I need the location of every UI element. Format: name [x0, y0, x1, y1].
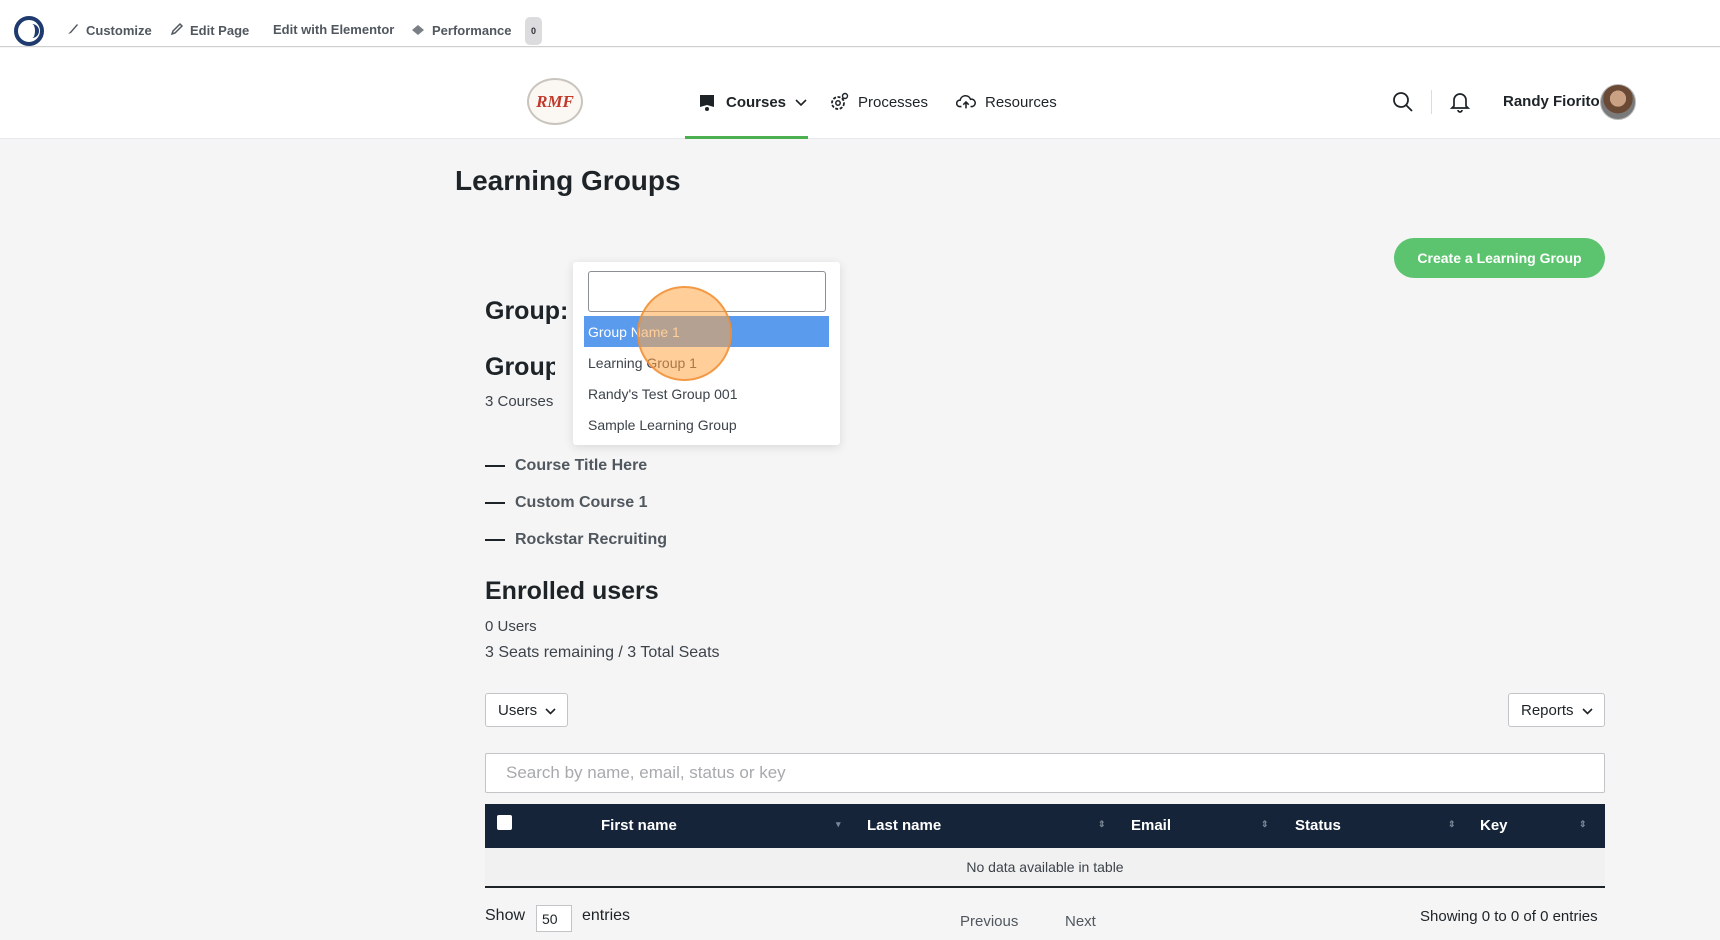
header-divider	[1431, 90, 1432, 114]
dash-icon	[485, 464, 505, 467]
user-name[interactable]: Randy Fiorito	[1503, 93, 1600, 110]
users-search-input[interactable]	[485, 753, 1605, 793]
showing-entries-info: Showing 0 to 0 of 0 entries	[1420, 908, 1598, 925]
adminbar-performance[interactable]: Performance	[410, 22, 511, 39]
performance-badge: 0	[525, 17, 542, 45]
cloud-icon	[956, 92, 976, 112]
next-page-button[interactable]: Next	[1065, 913, 1096, 930]
group-label: Group:	[485, 297, 569, 325]
users-table: First name ▾ Last name ⇕ Email ⇕ Status …	[485, 804, 1605, 888]
page-title: Learning Groups	[455, 165, 681, 196]
nav-active-indicator	[685, 136, 808, 139]
wordpress-logo-icon[interactable]	[14, 16, 44, 46]
create-learning-group-button[interactable]: Create a Learning Group	[1394, 238, 1605, 278]
previous-page-button[interactable]: Previous	[960, 913, 1018, 930]
table-header: First name ▾ Last name ⇕ Email ⇕ Status …	[485, 804, 1605, 848]
search-icon[interactable]	[1392, 91, 1414, 118]
adminbar-item-label: Edit with Elementor	[273, 22, 395, 37]
adminbar-item-label: Performance	[432, 23, 512, 38]
group-select-dropdown: Group Name 1 Learning Group 1 Randy's Te…	[573, 262, 840, 445]
brush-icon	[66, 22, 80, 39]
nav-label: Processes	[858, 93, 929, 111]
nav-label: Courses	[726, 93, 787, 111]
gear-icon	[829, 92, 849, 112]
dash-icon	[485, 538, 505, 541]
column-status[interactable]: Status	[1295, 817, 1341, 834]
group-search-input[interactable]	[588, 271, 826, 312]
adminbar-customize[interactable]: Customize	[66, 22, 152, 39]
chevron-down-icon	[545, 702, 556, 719]
column-first-name[interactable]: First name	[601, 817, 677, 834]
adminbar-edit-page[interactable]: Edit Page	[170, 22, 249, 39]
course-list: Course Title Here Custom Course 1 Rockst…	[485, 447, 667, 558]
group-option[interactable]: Learning Group 1	[584, 347, 829, 378]
seats-summary: 3 Seats remaining / 3 Total Seats	[485, 644, 720, 661]
course-title: Rockstar Recruiting	[515, 530, 668, 548]
course-item[interactable]: Custom Course 1	[485, 484, 667, 521]
reports-dropdown-button[interactable]: Reports	[1508, 693, 1605, 727]
reports-dropdown-label: Reports	[1521, 701, 1574, 719]
nav-label: Resources	[985, 93, 1057, 111]
sort-icon[interactable]: ⇕	[1098, 819, 1106, 830]
nav-resources[interactable]: Resources	[956, 92, 1057, 112]
bell-icon[interactable]	[1449, 91, 1471, 118]
dash-icon	[485, 501, 505, 504]
sort-icon[interactable]: ⇕	[1579, 819, 1587, 830]
adminbar-item-label: Customize	[86, 23, 152, 38]
admin-bar: Customize Edit Page Edit with Elementor …	[0, 0, 1720, 47]
course-title: Custom Course 1	[515, 493, 648, 511]
group-courses-heading: Group Courses	[485, 353, 555, 381]
select-all-checkbox[interactable]	[497, 815, 512, 830]
users-count: 0 Users	[485, 618, 537, 635]
avatar[interactable]	[1600, 84, 1636, 120]
chevron-down-icon	[1581, 702, 1593, 719]
sort-icon[interactable]: ▾	[836, 819, 841, 830]
site-header: RMF Courses Processes Resources Randy Fi…	[0, 48, 1720, 139]
course-item[interactable]: Course Title Here	[485, 447, 667, 484]
adminbar-item-label: Edit Page	[190, 23, 250, 38]
entries-per-page-input[interactable]	[536, 905, 572, 932]
group-option[interactable]: Group Name 1	[584, 316, 829, 347]
sort-icon[interactable]: ⇕	[1448, 819, 1456, 830]
adminbar-edit-elementor[interactable]: Edit with Elementor	[273, 22, 394, 37]
column-email[interactable]: Email	[1131, 817, 1171, 834]
courses-count: 3 Courses	[485, 393, 554, 410]
table-empty-row: No data available in table	[485, 848, 1605, 888]
performance-icon	[410, 22, 426, 39]
entries-label: entries	[582, 907, 631, 924]
group-option[interactable]: Randy's Test Group 001	[584, 378, 829, 409]
group-option[interactable]: Sample Learning Group	[584, 409, 829, 440]
column-key[interactable]: Key	[1480, 817, 1508, 834]
show-label: Show	[485, 907, 526, 924]
users-dropdown-button[interactable]: Users	[485, 693, 568, 727]
course-title: Course Title Here	[515, 456, 648, 474]
nav-processes[interactable]: Processes	[829, 92, 928, 112]
users-dropdown-label: Users	[498, 701, 538, 719]
chevron-down-icon	[795, 94, 807, 111]
sort-icon[interactable]: ⇕	[1261, 819, 1269, 830]
column-last-name[interactable]: Last name	[867, 817, 941, 834]
pencil-icon	[170, 22, 184, 39]
site-logo[interactable]: RMF	[527, 78, 583, 125]
course-item[interactable]: Rockstar Recruiting	[485, 521, 667, 558]
courses-icon	[697, 92, 717, 112]
empty-message: No data available in table	[966, 859, 1124, 875]
enrolled-users-heading: Enrolled users	[485, 577, 659, 605]
nav-courses[interactable]: Courses	[697, 92, 807, 112]
